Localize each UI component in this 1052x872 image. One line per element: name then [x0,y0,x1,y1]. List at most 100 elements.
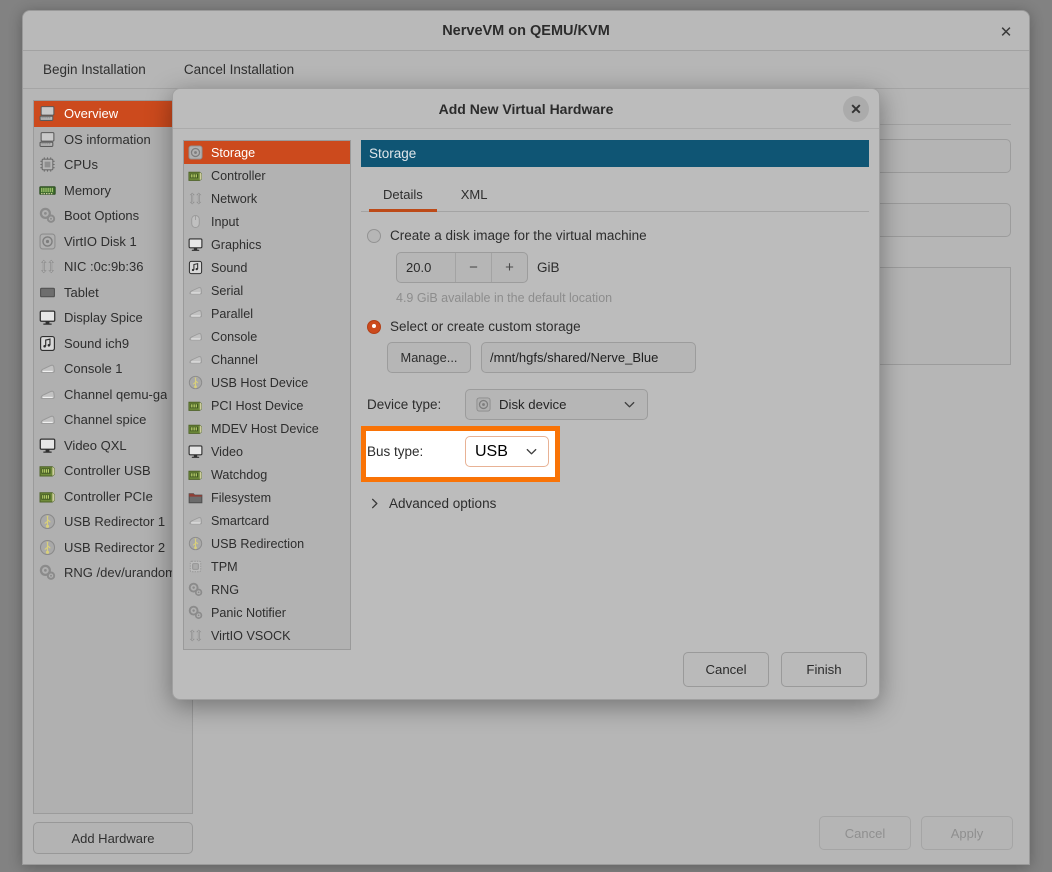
category-list-item[interactable]: Smartcard [184,509,350,532]
category-list-item[interactable]: Video [184,440,350,463]
hardware-list-item[interactable]: Overview [34,101,192,127]
device-type-dropdown[interactable]: Disk device [465,389,648,420]
category-list-item-label: Serial [211,284,243,298]
sound-icon [39,335,56,352]
hardware-list-item[interactable]: Boot Options [34,203,192,229]
tab-xml[interactable]: XML [447,181,502,212]
category-list-item[interactable]: Graphics [184,233,350,256]
serial-icon [39,411,56,428]
hardware-list-item[interactable]: Display Spice [34,305,192,331]
dialog-title: Add New Virtual Hardware [439,101,614,117]
category-list-item[interactable]: Serial [184,279,350,302]
hardware-list-item-label: Sound ich9 [64,336,129,351]
hardware-list-item-label: Video QXL [64,438,127,453]
cancel-button[interactable]: Cancel [819,816,911,850]
controller-icon [188,421,203,436]
category-list-item[interactable]: Watchdog [184,463,350,486]
hardware-list-item[interactable]: USB Redirector 1 [34,509,192,535]
hardware-category-list[interactable]: Storage ControllerNetwork Input Graphics Sou… [183,140,351,650]
create-disk-radio-row[interactable]: Create a disk image for the virtual mach… [367,228,863,243]
category-list-item[interactable]: USB Host Device [184,371,350,394]
hardware-list-item[interactable]: Sound ich9 [34,331,192,357]
hardware-list-item[interactable]: Channel qemu-ga [34,382,192,408]
category-list-item[interactable]: TPM [184,555,350,578]
hardware-list-item[interactable]: Video QXL [34,433,192,459]
disk-size-stepper[interactable]: 20.0 − + [396,252,528,283]
custom-storage-radio-row[interactable]: Select or create custom storage [367,319,863,334]
close-icon[interactable]: ✕ [843,96,869,122]
bus-type-dropdown[interactable]: USB [465,436,549,467]
category-list-item-label: Input [211,215,239,229]
cpu-icon [39,156,56,173]
hardware-list-item[interactable]: Controller PCIe [34,484,192,510]
close-icon[interactable]: ✕ [993,19,1019,45]
hardware-list[interactable]: Overview OS informationCPUsMemoryBoot Opt… [33,100,193,814]
hardware-list-item-label: Display Spice [64,310,143,325]
tab-details[interactable]: Details [369,181,437,212]
category-list-item-label: Sound [211,261,247,275]
hardware-list-item[interactable]: VirtIO Disk 1 [34,229,192,255]
hardware-list-item[interactable]: Controller USB [34,458,192,484]
controller-icon [39,462,56,479]
advanced-options-label: Advanced options [389,496,496,511]
device-type-row: Device type: Disk device [367,389,863,420]
plus-icon[interactable]: + [491,253,527,282]
menu-item-cancel-installation[interactable]: Cancel Installation [178,59,300,80]
mouse-icon [188,214,203,229]
hardware-list-item-label: Channel qemu-ga [64,387,167,402]
category-list-item-label: Graphics [211,238,261,252]
hardware-list-item[interactable]: OS information [34,127,192,153]
tab-xml-label: XML [461,187,488,202]
hardware-list-item-label: Tablet [64,285,99,300]
category-list-item[interactable]: Console [184,325,350,348]
disk-size-value[interactable]: 20.0 [397,253,455,282]
category-list-item[interactable]: Storage [184,141,350,164]
hardware-list-item-label: Overview [64,106,118,121]
dialog-finish-button[interactable]: Finish [781,652,867,687]
category-list-item[interactable]: USB Redirection [184,532,350,555]
hardware-list-item[interactable]: Memory [34,178,192,204]
category-list-item[interactable]: MDEV Host Device [184,417,350,440]
category-list-item[interactable]: Channel [184,348,350,371]
dialog-cancel-button[interactable]: Cancel [683,652,769,687]
menu-item-begin-installation[interactable]: Begin Installation [37,59,152,80]
gears-icon [188,605,203,620]
serial-icon [188,352,203,367]
radio-icon[interactable] [367,229,381,243]
add-hardware-button[interactable]: Add Hardware [33,822,193,854]
advanced-options-expander[interactable]: Advanced options [367,496,863,511]
category-list-item[interactable]: Panic Notifier [184,601,350,624]
controller-icon [39,488,56,505]
minus-icon[interactable]: − [455,253,491,282]
hardware-list-item[interactable]: NIC :0c:9b:36 [34,254,192,280]
usb-icon [188,536,203,551]
category-list-item[interactable]: Parallel [184,302,350,325]
controller-icon [188,168,203,183]
tab-details-label: Details [383,187,423,202]
available-space-hint: 4.9 GiB available in the default locatio… [396,291,863,305]
hardware-list-item[interactable]: USB Redirector 2 [34,535,192,561]
hardware-list-item[interactable]: Console 1 [34,356,192,382]
storage-path-input[interactable]: /mnt/hgfs/shared/Nerve_Blue [481,342,696,373]
category-list-item[interactable]: RNG [184,578,350,601]
hardware-list-item[interactable]: Tablet [34,280,192,306]
hardware-list-item[interactable]: Channel spice [34,407,192,433]
manage-button-label: Manage... [401,350,458,365]
category-list-item-label: Storage [211,146,255,160]
radio-icon[interactable] [367,320,381,334]
apply-button[interactable]: Apply [921,816,1013,850]
hardware-list-item[interactable]: RNG /dev/urandom [34,560,192,586]
category-list-item[interactable]: Input [184,210,350,233]
category-list-item[interactable]: Controller [184,164,350,187]
category-list-item-label: PCI Host Device [211,399,303,413]
category-list-item[interactable]: Filesystem [184,486,350,509]
hardware-list-item[interactable]: CPUs [34,152,192,178]
usb-icon [39,539,56,556]
category-list-item[interactable]: Network [184,187,350,210]
manage-button[interactable]: Manage... [387,342,471,373]
category-list-item-label: MDEV Host Device [211,422,319,436]
add-hardware-label: Add Hardware [71,831,154,846]
category-list-item[interactable]: PCI Host Device [184,394,350,417]
category-list-item[interactable]: Sound [184,256,350,279]
category-list-item[interactable]: VirtIO VSOCK [184,624,350,647]
